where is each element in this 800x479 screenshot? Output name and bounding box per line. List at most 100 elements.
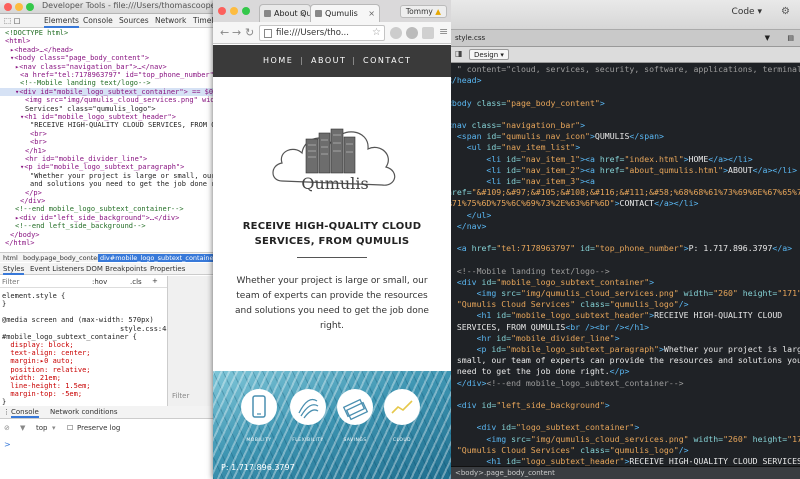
css-rule-line[interactable]: line-height: 1.5em; [2, 382, 90, 390]
code-line[interactable]: "Qumulis Cloud Services" class="qumulis_… [451, 445, 689, 456]
forward-icon[interactable]: → [232, 26, 241, 39]
clear-console-icon[interactable]: ⊘ [4, 424, 10, 432]
drawer-menu-icon[interactable]: ⋮ [3, 408, 10, 416]
tab-network[interactable]: Network [155, 16, 186, 25]
dom-node[interactable]: ▾<h1 id="mobile_logo_subtext_header"> [0, 113, 214, 121]
browser-tab-qumulis[interactable]: Qumulis × [310, 4, 380, 22]
settings-gear-icon[interactable]: ⚙ [781, 6, 790, 17]
bookmark-star-icon[interactable]: ☆ [372, 27, 381, 38]
code-line[interactable]: <div id="left_side_background"> [451, 400, 610, 411]
close-window-button[interactable] [4, 3, 12, 11]
dom-node[interactable]: <img src="img/qumulis_cloud_services.png… [0, 96, 214, 104]
extension-icon[interactable] [390, 27, 402, 39]
zoom-window-button[interactable] [26, 3, 34, 11]
drawer-tab-console[interactable]: Console [11, 408, 39, 418]
code-line[interactable]: <div id="mobile_logo_subtext_container"> [451, 277, 654, 288]
css-rule-line[interactable]: @media screen and (max-width: 570px) [2, 316, 154, 324]
css-rule-line[interactable]: text-align: center; [2, 349, 90, 357]
tab-dom-breakpoints[interactable]: DOM Breakpoints [86, 265, 147, 273]
code-line[interactable]: <li id="nav_item_3"><a [451, 176, 594, 187]
css-rule-line[interactable]: style.css:480 [2, 325, 175, 333]
code-line[interactable]: </div><!--end mobile_logo_subtext_contai… [451, 378, 684, 389]
workspace-mode-select[interactable]: Code ▾ [732, 7, 762, 17]
css-rule-line[interactable]: element.style { [2, 292, 65, 300]
tab-properties[interactable]: Properties [150, 265, 185, 273]
code-line[interactable]: </nav> [451, 221, 487, 232]
code-line[interactable]: <img src="img/qumulis_cloud_services.png… [451, 434, 800, 445]
close-tab-icon[interactable]: × [368, 9, 375, 18]
dom-node[interactable]: </p> [0, 189, 214, 197]
extension-square-icon[interactable] [422, 27, 434, 39]
back-icon[interactable]: ← [220, 26, 229, 39]
code-line[interactable]: <ul id="nav_item_list"> [451, 142, 580, 153]
css-rule-line[interactable]: width: 21em; [2, 374, 61, 382]
nav-link-home[interactable]: HOME [263, 56, 293, 65]
code-line[interactable]: %71%75%6D%75%6C%69%73%2E%63%6F%6D">CONTA… [451, 198, 698, 209]
dom-node[interactable]: "RECEIVE HIGH-QUALITY CLOUD SERVICES, FR… [0, 121, 214, 129]
metrics-filter[interactable]: Filter [172, 392, 189, 400]
reload-icon[interactable]: ↻ [245, 26, 254, 39]
tab-elements[interactable]: Elements [44, 16, 79, 28]
css-rule-line[interactable]: margin:▸0 auto; [2, 357, 73, 365]
nav-link-about[interactable]: ABOUT [311, 56, 346, 65]
menu-icon[interactable]: ≡ [439, 25, 448, 38]
code-line[interactable]: </head> [451, 75, 482, 86]
code-line[interactable]: <span id="qumulis_nav_icon">QUMULIS</spa… [451, 131, 664, 142]
console-prompt[interactable]: > [4, 440, 11, 449]
dom-node[interactable]: ▾<p id="mobile_logo_subtext_paragraph"> [0, 163, 214, 171]
close-window-button[interactable] [218, 7, 226, 15]
filter-icon[interactable]: ▼ [20, 424, 25, 432]
dom-node[interactable]: </div> [0, 197, 214, 205]
css-rule-line[interactable]: margin-top: -5em; [2, 390, 82, 398]
code-line[interactable]: </ul> [451, 210, 492, 221]
dom-node[interactable]: <br> [0, 138, 214, 146]
code-line[interactable]: SERVICES, FROM QUMULIS<br /><br /></h1> [451, 322, 649, 333]
browser-tab-about[interactable]: About Qu × [259, 4, 312, 22]
code-view[interactable]: " content="cloud, services, security, so… [451, 64, 800, 479]
tab-event-listeners[interactable]: Event Listeners [30, 265, 84, 273]
code-line[interactable]: " content="cloud, services, security, so… [451, 64, 800, 75]
dom-node[interactable]: ▾<body class="page_body_content"> [0, 54, 214, 62]
dom-node[interactable]: <!DOCTYPE html> [0, 29, 214, 37]
dom-node[interactable]: ▸<head>…</head> [0, 46, 214, 54]
design-view-button[interactable]: Design ▾ [469, 49, 509, 60]
dom-node[interactable]: ▾<div id="mobile_logo_subtext_container"… [0, 87, 214, 97]
dom-node[interactable]: <html> [0, 37, 214, 45]
extension-w-icon[interactable] [406, 27, 418, 39]
dom-node[interactable]: <!--Mobile landing text/logo--> [0, 79, 214, 87]
dom-node[interactable]: </h1> [0, 147, 214, 155]
tag-selector[interactable]: <body>.page_body_content [455, 469, 555, 477]
breadcrumb-html[interactable]: html [3, 254, 18, 262]
code-line[interactable]: <p id="mobile_logo_subtext_paragraph">Wh… [451, 344, 800, 355]
breadcrumb-div[interactable]: div#mobile_logo_subtext_container [98, 254, 214, 262]
preserve-log-checkbox[interactable]: ☐ [67, 424, 73, 432]
dom-node[interactable]: <hr id="mobile_divider_line"> [0, 155, 214, 163]
dom-node[interactable]: Services" class="qumulis_logo"> [0, 105, 214, 113]
phone-number-link[interactable]: P: 1.717.896.3797 [221, 463, 295, 472]
tab-styles[interactable]: Styles [3, 265, 25, 275]
code-line[interactable]: <body class="page_body_content"> [451, 98, 605, 109]
zoom-window-button[interactable] [242, 7, 250, 15]
mobility-feature-icon[interactable] [241, 389, 277, 425]
dom-node[interactable]: <a href="tel:7178963797" id="top_phone_n… [0, 71, 214, 79]
document-icon[interactable]: ▤ [787, 34, 794, 42]
cloud-feature-icon[interactable] [384, 389, 420, 425]
nav-link-contact[interactable]: CONTACT [363, 56, 411, 65]
address-bar[interactable]: file:///Users/tho... ☆ [259, 25, 385, 41]
dom-node[interactable]: ▸<nav class="navigation_bar">…</nav> [0, 63, 214, 71]
code-line[interactable]: <!--Mobile landing text/logo--> [451, 266, 610, 277]
minimize-window-button[interactable] [230, 7, 238, 15]
close-tab-icon[interactable]: × [299, 9, 306, 18]
dom-node[interactable]: <br> [0, 130, 214, 138]
tab-timeline[interactable]: Timeline [193, 16, 214, 25]
code-line[interactable]: <h1 id="mobile_logo_subtext_header">RECE… [451, 310, 783, 321]
code-line[interactable]: need to get the job done right.</p> [451, 366, 630, 377]
breadcrumb-body[interactable]: body.page_body_content [23, 254, 104, 262]
flexibility-feature-icon[interactable] [290, 389, 326, 425]
devtools-tab-icons[interactable]: ⬚ ▢ [4, 16, 21, 25]
context-select[interactable]: top [36, 424, 47, 432]
filter-icon[interactable]: ▼ [765, 34, 770, 42]
dom-node[interactable]: and solutions you need to get the job do… [0, 180, 214, 188]
dom-node[interactable]: </body> [0, 231, 214, 239]
code-line[interactable]: "Qumulis Cloud Services" class="qumulis_… [451, 299, 689, 310]
